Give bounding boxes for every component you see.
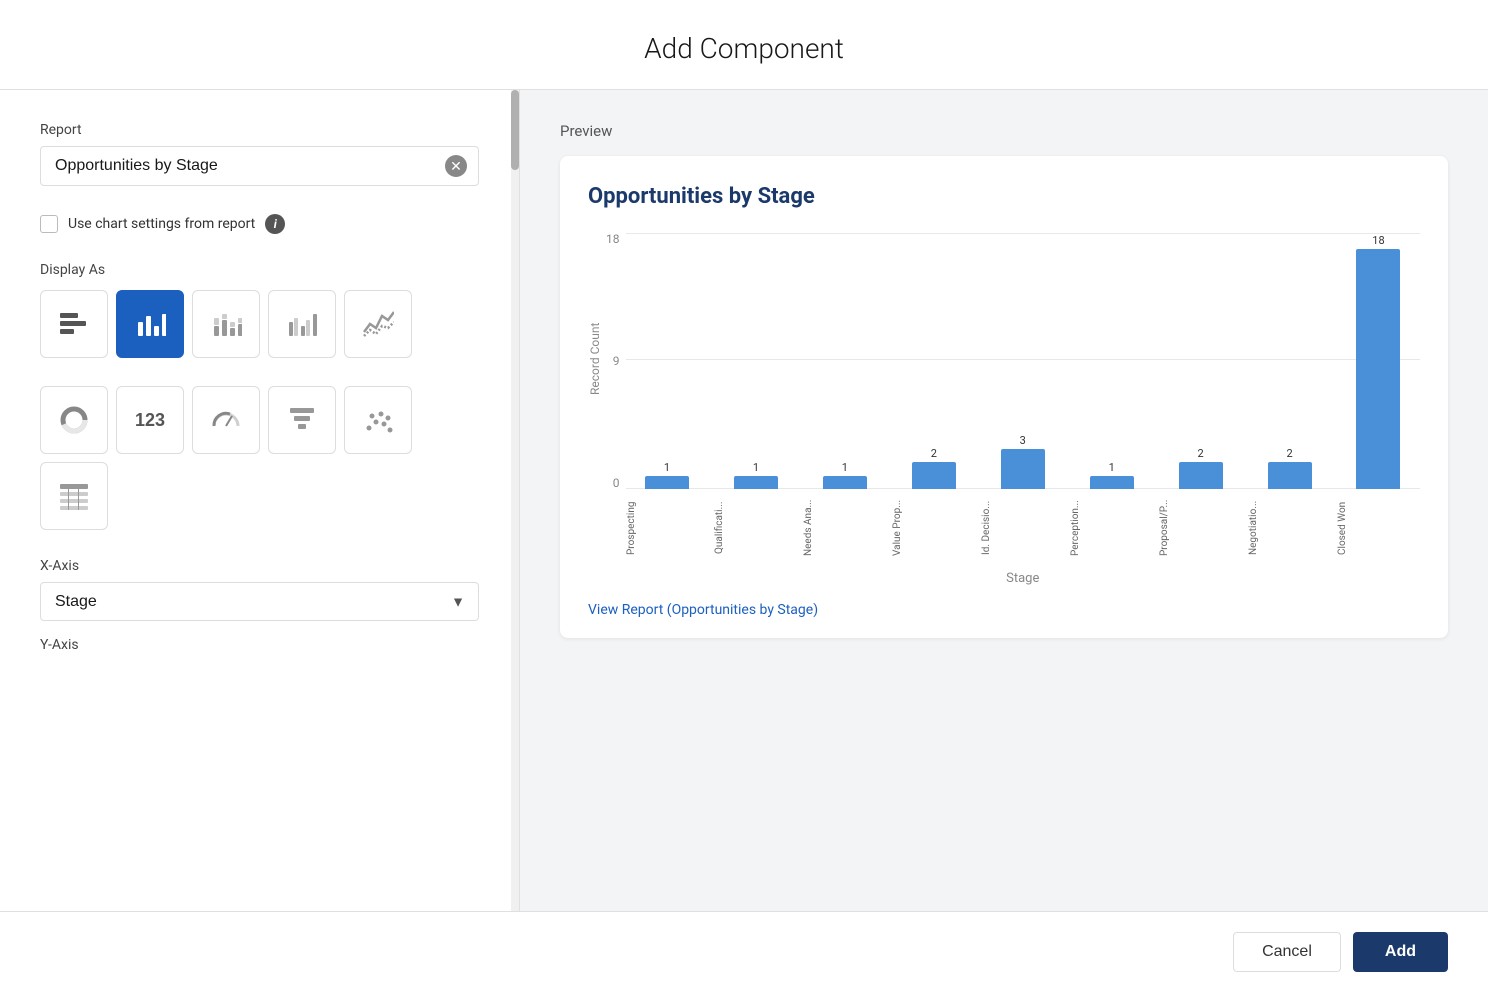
chart-bars-container: 1 1 1 2 3 1 2 2 18 ProspectingQualificati...Need…: [626, 229, 1421, 586]
chart-type-funnel[interactable]: [268, 386, 336, 454]
bar-7: [1268, 462, 1312, 489]
x-label-5: Perception...: [1070, 493, 1153, 563]
chart-container: Record Count 18 9 0 1 1 1 2 3 1 2 2 18: [588, 229, 1420, 586]
bar-5: [1090, 476, 1134, 489]
preview-label: Preview: [560, 122, 1448, 140]
report-label: Report: [40, 122, 479, 138]
x-label-1: Qualificati...: [714, 493, 797, 563]
bar-wrap-8: 18: [1337, 234, 1420, 489]
y-tick-9: 9: [613, 355, 620, 367]
x-label-8: Closed Won: [1337, 493, 1420, 563]
x-label-3: Value Prop...: [892, 493, 975, 563]
chart-type-number[interactable]: 123: [116, 386, 184, 454]
chart-settings-label: Use chart settings from report: [68, 216, 255, 232]
report-input[interactable]: [40, 146, 479, 186]
chart-type-horizontal-bar[interactable]: [40, 290, 108, 358]
x-label-2: Needs Ana...: [803, 493, 886, 563]
bar-wrap-4: 3: [981, 434, 1064, 489]
chart-preview-title: Opportunities by Stage: [588, 184, 1420, 209]
x-label-4: Id. Decisio...: [981, 493, 1064, 563]
number-icon-label: 123: [135, 410, 165, 431]
bar-wrap-7: 2: [1248, 447, 1331, 489]
chart-type-vertical-bar[interactable]: [116, 290, 184, 358]
report-input-wrap: ✕: [40, 146, 479, 186]
x-label-6: Proposal/P...: [1159, 493, 1242, 563]
chart-type-grid-row3: [40, 462, 479, 530]
info-icon[interactable]: i: [265, 214, 285, 234]
preview-card: Opportunities by Stage Record Count 18 9…: [560, 156, 1448, 638]
x-axis-labels: ProspectingQualificati...Needs Ana...Val…: [626, 493, 1421, 563]
xaxis-select-wrap: Stage ▼: [40, 582, 479, 621]
chart-type-donut[interactable]: [40, 386, 108, 454]
bar-value-4: 3: [1020, 434, 1026, 447]
bar-wrap-2: 1: [803, 461, 886, 489]
x-label-7: Negotiatio...: [1248, 493, 1331, 563]
chart-settings-checkbox[interactable]: [40, 215, 58, 233]
y-tick-0: 0: [613, 477, 620, 489]
y-ticks: 18 9 0: [606, 229, 620, 489]
y-tick-18: 18: [606, 233, 620, 245]
display-as-label: Display As: [40, 262, 479, 278]
bar-value-3: 2: [931, 447, 937, 460]
bar-value-2: 1: [842, 461, 848, 474]
add-button[interactable]: Add: [1353, 932, 1448, 972]
report-clear-button[interactable]: ✕: [445, 155, 467, 177]
modal-title: Add Component: [0, 0, 1488, 90]
xaxis-label: X-Axis: [40, 558, 479, 574]
chart-type-line[interactable]: [344, 290, 412, 358]
bar-value-5: 1: [1109, 461, 1115, 474]
bar-wrap-1: 1: [714, 461, 797, 489]
bar-4: [1001, 449, 1045, 489]
x-label-0: Prospecting: [626, 493, 709, 563]
bar-0: [645, 476, 689, 489]
left-panel: Report ✕ Use chart settings from report …: [0, 90, 520, 911]
bar-8: [1356, 249, 1400, 489]
scrollbar-thumb[interactable]: [511, 90, 519, 170]
y-axis-label: Record Count: [588, 229, 602, 489]
modal-footer: Cancel Add: [0, 911, 1488, 992]
bar-wrap-6: 2: [1159, 447, 1242, 489]
xaxis-select[interactable]: Stage: [40, 582, 479, 621]
yaxis-label: Y-Axis: [40, 637, 479, 653]
bar-3: [912, 462, 956, 489]
chart-grid-area: 1 1 1 2 3 1 2 2 18: [626, 229, 1421, 489]
bar-wrap-0: 1: [626, 461, 709, 489]
bar-1: [734, 476, 778, 489]
chart-settings-row: Use chart settings from report i: [40, 214, 479, 234]
x-axis-label: Stage: [626, 571, 1421, 586]
chart-type-table[interactable]: [40, 462, 108, 530]
bar-value-0: 1: [664, 461, 670, 474]
bar-6: [1179, 462, 1223, 489]
scrollbar-track: [511, 90, 519, 911]
view-report-link[interactable]: View Report (Opportunities by Stage): [588, 602, 818, 618]
bar-value-1: 1: [753, 461, 759, 474]
chart-type-scatter[interactable]: [344, 386, 412, 454]
chart-type-grid-row2: 123: [40, 386, 479, 454]
bar-value-7: 2: [1286, 447, 1292, 460]
cancel-button[interactable]: Cancel: [1233, 932, 1341, 972]
chart-type-gauge[interactable]: [192, 386, 260, 454]
chart-type-stacked-bar[interactable]: [192, 290, 260, 358]
bar-value-6: 2: [1198, 447, 1204, 460]
bar-wrap-3: 2: [892, 447, 975, 489]
bars-row: 1 1 1 2 3 1 2 2 18: [626, 229, 1421, 489]
right-panel: Preview Opportunities by Stage Record Co…: [520, 90, 1488, 911]
bar-2: [823, 476, 867, 489]
chart-type-grouped-bar[interactable]: [268, 290, 336, 358]
bar-value-8: 18: [1372, 234, 1384, 247]
bar-wrap-5: 1: [1070, 461, 1153, 489]
chart-type-grid-row1: [40, 290, 479, 358]
